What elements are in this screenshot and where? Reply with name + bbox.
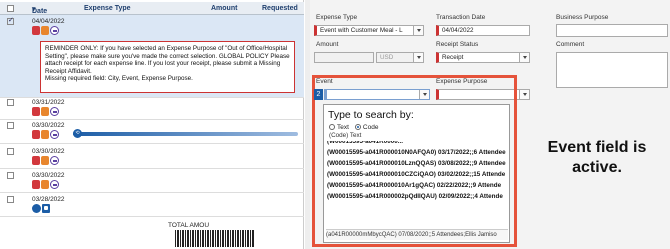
reminder-message: REMINDER ONLY: If you have selected an E…: [40, 41, 295, 93]
receipt-icon[interactable]: [41, 107, 49, 116]
currency-value: USD: [380, 54, 394, 61]
list-item[interactable]: (W00015595-a041R000010N0AFQA0) 03/17/202…: [327, 147, 507, 158]
row-date: 03/30/2022: [32, 148, 65, 155]
event-input[interactable]: [324, 89, 430, 100]
progress-fill: [73, 132, 298, 136]
amount-field[interactable]: [314, 52, 374, 63]
row-divider: [0, 143, 304, 144]
receipt-icon[interactable]: [41, 130, 49, 139]
loading-progress-bar: ⟲: [73, 129, 298, 138]
list-item-footer[interactable]: (a041R00000mMbycQAC) 07/08/2020;;5 Atten…: [326, 229, 508, 240]
transaction-date-label: Transaction Date: [436, 14, 486, 21]
receipt-image-icon[interactable]: [42, 204, 50, 213]
chevron-down-icon[interactable]: [519, 90, 529, 99]
row-checkbox[interactable]: [7, 196, 14, 203]
attendees-icon[interactable]: [50, 107, 59, 116]
business-purpose-label: Business Purpose: [556, 14, 609, 21]
alert-icon[interactable]: [32, 130, 40, 139]
expense-type-label: Expense Type: [316, 14, 358, 21]
receipt-status-select[interactable]: Receipt: [436, 52, 530, 63]
expense-type-column-header[interactable]: Expense Type: [84, 5, 131, 12]
row-status-icons: [32, 107, 59, 116]
missing-fields-text: Missing required field: City, Event, Exp…: [45, 75, 193, 83]
list-item[interactable]: (W00015595-a041R000010CZCiQAO) 03/02/202…: [327, 169, 507, 180]
row-divider: [0, 192, 304, 193]
event-step-badge: 2: [314, 89, 323, 100]
radio-text[interactable]: [329, 124, 335, 131]
credit-card-icon[interactable]: [32, 204, 41, 213]
expense-type-select[interactable]: Event with Customer Meal - L: [314, 25, 424, 36]
attendees-icon[interactable]: [50, 156, 59, 165]
row-checkbox[interactable]: [7, 122, 14, 129]
list-item[interactable]: (W00015595-a041R000010LznQQAS) 03/08/202…: [327, 158, 507, 169]
chevron-down-icon[interactable]: [413, 53, 423, 62]
comment-field[interactable]: [556, 52, 668, 88]
chevron-down-icon[interactable]: [413, 26, 423, 35]
event-search-dropdown: Type to search by: Text Code (Code) Text…: [323, 104, 510, 243]
row-checkbox[interactable]: [7, 16, 14, 25]
radio-code[interactable]: [354, 124, 361, 131]
row-divider: [0, 216, 304, 217]
row-divider: [0, 168, 304, 169]
row-status-icons: [32, 130, 59, 139]
list-item[interactable]: (W00015595-a041R000010Ar1gQAC) 02/22/202…: [327, 180, 507, 191]
attendees-icon[interactable]: [50, 180, 59, 189]
row-checkbox[interactable]: [7, 148, 14, 155]
chevron-down-icon[interactable]: [419, 90, 429, 99]
expense-type-value: Event with Customer Meal - L: [320, 27, 403, 34]
row-date: 03/31/2022: [32, 99, 65, 106]
receipt-icon[interactable]: [41, 156, 49, 165]
total-amount-label: TOTAL AMOU: [168, 222, 210, 229]
receipt-icon[interactable]: [41, 180, 49, 189]
reminder-text: REMINDER ONLY: If you have selected an E…: [45, 45, 290, 75]
currency-select[interactable]: USD: [376, 52, 424, 63]
amount-column-header[interactable]: Amount: [211, 5, 237, 12]
row-status-icons: [32, 180, 59, 189]
comment-label: Comment: [556, 41, 585, 48]
row-checkbox[interactable]: [7, 99, 14, 106]
list-item[interactable]: (W00015595-a041R000002pQdIIQAU) 02/09/20…: [327, 191, 507, 202]
attendees-icon[interactable]: [50, 26, 59, 35]
alert-icon[interactable]: [32, 107, 40, 116]
search-by-text-option[interactable]: Text: [329, 124, 349, 131]
event-results-list: (W00015595-a041R0000... (W00015595-a041R…: [327, 141, 507, 202]
annotation-callout: Event field is active.: [547, 139, 647, 176]
row-status-icons: [32, 26, 59, 35]
search-mode-options: Text Code: [329, 124, 378, 131]
expense-list-header: Date ▾ Expense Type Amount Requested: [0, 2, 304, 15]
receipt-status-value: Receipt: [442, 54, 464, 61]
row-status-icons: [32, 156, 59, 165]
transaction-date-value: 04/04/2022: [442, 27, 474, 34]
search-popup-title: Type to search by:: [328, 109, 414, 121]
row-divider: [0, 97, 304, 98]
alert-icon[interactable]: [32, 180, 40, 189]
receipt-status-label: Receipt Status: [436, 41, 479, 48]
row-date: 04/04/2022: [32, 18, 65, 25]
select-all-checkbox[interactable]: [7, 5, 14, 12]
amount-label: Amount: [316, 41, 339, 48]
chevron-down-icon[interactable]: [519, 53, 529, 62]
transaction-date-field[interactable]: 04/04/2022: [436, 25, 530, 36]
row-status-icons: [32, 204, 50, 213]
event-label: Event: [316, 78, 333, 85]
attendees-icon[interactable]: [50, 130, 59, 139]
date-column-header[interactable]: Date ▾: [32, 5, 47, 15]
row-date: 03/30/2022: [32, 172, 65, 179]
row-date: 03/30/2022: [32, 122, 65, 129]
alert-icon[interactable]: [32, 26, 40, 35]
business-purpose-field[interactable]: [556, 24, 668, 37]
row-checkbox[interactable]: [7, 172, 14, 179]
expense-list-panel: Date ▾ Expense Type Amount Requested 04/…: [0, 0, 304, 249]
barcode-graphic: [175, 230, 255, 247]
row-date: 03/28/2022: [32, 196, 65, 203]
alert-icon[interactable]: [32, 156, 40, 165]
receipt-icon[interactable]: [41, 26, 49, 35]
search-hint: (Code) Text: [329, 132, 362, 139]
search-by-code-option[interactable]: Code: [354, 124, 378, 131]
progress-knob: ⟲: [73, 129, 82, 138]
row-divider: [0, 119, 304, 120]
requested-column-header[interactable]: Requested: [262, 5, 298, 12]
